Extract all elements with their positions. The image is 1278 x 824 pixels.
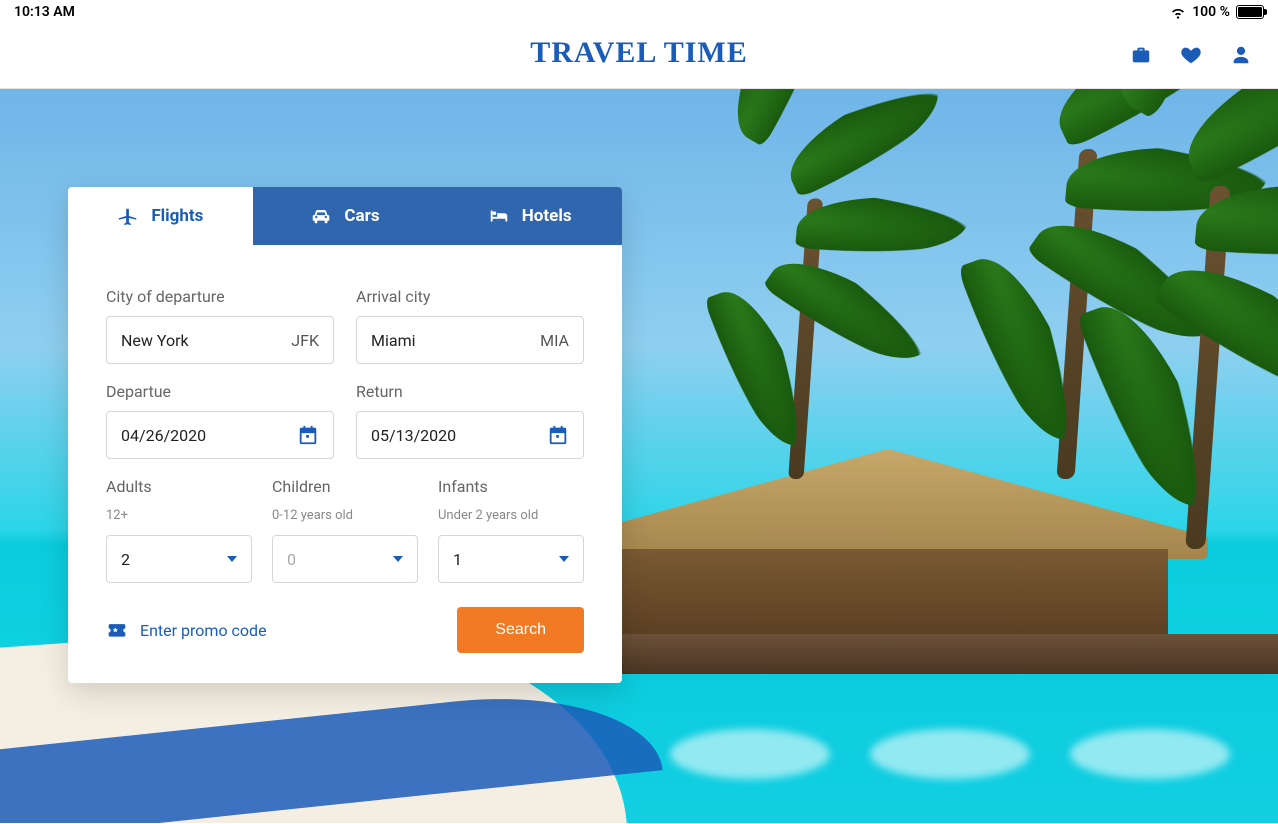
departure-city-code: JFK	[291, 331, 319, 350]
tab-bar: Flights Cars Hotels	[68, 187, 622, 245]
adults-label: Adults	[106, 477, 252, 496]
departure-city-value: New York	[121, 331, 189, 350]
departure-city-input[interactable]: New York JFK	[106, 316, 334, 364]
tab-label: Cars	[344, 206, 379, 226]
reflection	[1070, 729, 1230, 779]
arrival-city-code: MIA	[540, 331, 569, 350]
infants-value: 1	[453, 550, 462, 569]
search-card: Flights Cars Hotels City of departure Ne…	[68, 187, 622, 683]
flight-form: City of departure New York JFK Arrival c…	[68, 245, 622, 683]
status-bar: 10:13 AM 100 %	[0, 0, 1278, 22]
tab-label: Flights	[151, 206, 203, 226]
chevron-down-icon	[227, 556, 237, 562]
battery-icon	[1236, 5, 1264, 19]
ticket-icon	[106, 620, 128, 640]
bed-icon	[488, 205, 510, 227]
arrival-city-label: Arrival city	[356, 287, 584, 306]
car-icon	[310, 205, 332, 227]
briefcase-icon[interactable]	[1130, 44, 1152, 66]
promo-code-link[interactable]: Enter promo code	[106, 620, 267, 640]
calendar-icon	[547, 424, 569, 446]
heart-icon[interactable]	[1180, 44, 1202, 66]
departure-city-label: City of departure	[106, 287, 334, 306]
tab-flights[interactable]: Flights	[68, 187, 253, 245]
children-sublabel: 0-12 years old	[272, 508, 418, 523]
palm-tree	[696, 139, 900, 479]
adults-sublabel: 12+	[106, 508, 252, 523]
infants-label: Infants	[438, 477, 584, 496]
pier	[520, 634, 1278, 674]
chevron-down-icon	[393, 556, 403, 562]
airplane-icon	[117, 205, 139, 227]
infants-sublabel: Under 2 years old	[438, 508, 584, 523]
calendar-icon	[297, 424, 319, 446]
arrival-city-input[interactable]: Miami MIA	[356, 316, 584, 364]
depart-date-value: 04/26/2020	[121, 426, 206, 445]
search-button[interactable]: Search	[457, 607, 584, 653]
person-icon[interactable]	[1230, 44, 1252, 66]
palm-tree	[1066, 109, 1278, 549]
children-value: 0	[287, 550, 296, 569]
status-time: 10:13 AM	[14, 4, 75, 20]
return-date-value: 05/13/2020	[371, 426, 456, 445]
adults-select[interactable]: 2	[106, 535, 252, 583]
chevron-down-icon	[559, 556, 569, 562]
reflection	[670, 729, 830, 779]
tab-label: Hotels	[522, 206, 572, 226]
adults-value: 2	[121, 550, 130, 569]
infants-select[interactable]: 1	[438, 535, 584, 583]
tab-cars[interactable]: Cars	[253, 187, 438, 245]
promo-label: Enter promo code	[140, 621, 267, 640]
hero-background: Flights Cars Hotels City of departure Ne…	[0, 89, 1278, 823]
depart-date-label: Departue	[106, 382, 334, 401]
children-label: Children	[272, 477, 418, 496]
depart-date-input[interactable]: 04/26/2020	[106, 411, 334, 459]
battery-text: 100 %	[1192, 4, 1230, 20]
return-date-input[interactable]: 05/13/2020	[356, 411, 584, 459]
status-right: 100 %	[1170, 4, 1264, 20]
reflection	[870, 729, 1030, 779]
return-date-label: Return	[356, 382, 584, 401]
brand-logo: TRAVEL TIME	[530, 36, 747, 70]
children-select[interactable]: 0	[272, 535, 418, 583]
tab-hotels[interactable]: Hotels	[437, 187, 622, 245]
arrival-city-value: Miami	[371, 331, 415, 350]
app-header: TRAVEL TIME	[0, 22, 1278, 89]
wifi-icon	[1170, 4, 1186, 20]
